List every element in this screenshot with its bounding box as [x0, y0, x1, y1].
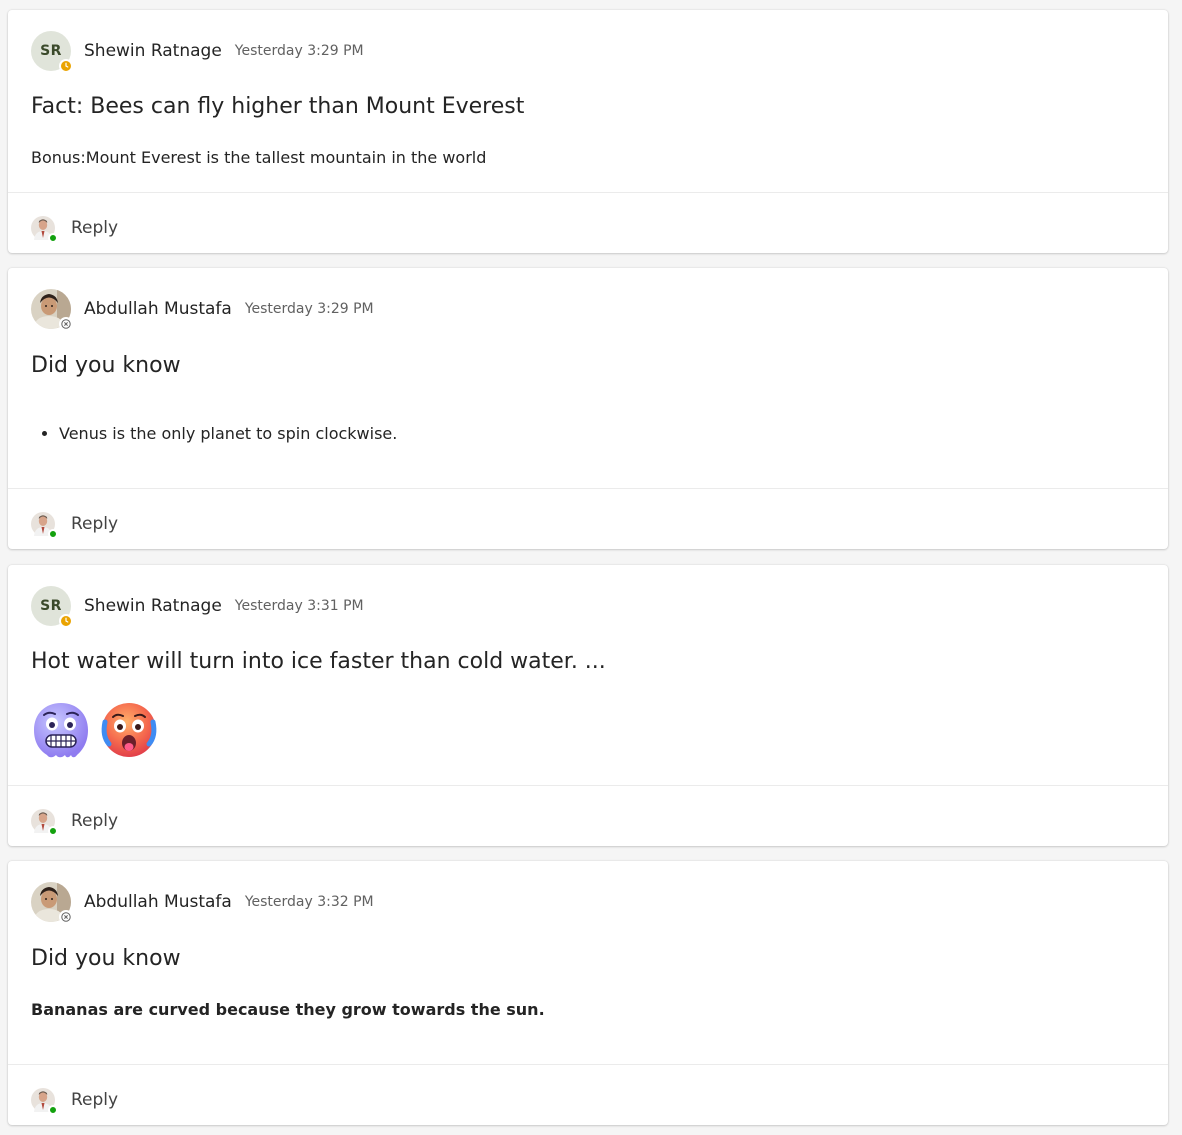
divider [8, 785, 1168, 786]
post-timestamp: Yesterday 3:31 PM [234, 598, 364, 614]
cold-face-emoji [34, 703, 88, 758]
post-card: SR Shewin Ratnage Yesterday 3:31 PM Hot … [8, 565, 1168, 846]
post-timestamp: Yesterday 3:32 PM [244, 894, 374, 910]
post-card: SR Shewin Ratnage Yesterday 3:29 PM Fact… [8, 10, 1168, 253]
avatar[interactable] [31, 882, 73, 924]
divider [8, 192, 1168, 193]
reply-button[interactable]: Reply [31, 213, 118, 243]
offline-icon [59, 317, 73, 331]
offline-icon [59, 910, 73, 924]
presence-away-icon [59, 614, 73, 628]
reply-label: Reply [71, 1090, 119, 1110]
emoji-row [31, 700, 159, 760]
reply-label: Reply [71, 514, 119, 534]
reply-button[interactable]: Reply [31, 1085, 118, 1115]
post-header: SR Shewin Ratnage Yesterday 3:29 PM [31, 31, 364, 73]
author-name[interactable]: Abdullah Mustafa [84, 299, 232, 319]
post-feed: SR Shewin Ratnage Yesterday 3:29 PM Fact… [0, 0, 1182, 1135]
reply-button[interactable]: Reply [31, 509, 118, 539]
current-user-avatar [31, 216, 58, 243]
available-icon [48, 1105, 58, 1115]
avatar[interactable] [31, 289, 73, 331]
avatar[interactable]: SR [31, 31, 73, 73]
available-icon [48, 826, 58, 836]
avatar-initials: SR [40, 598, 62, 614]
post-header: Abdullah Mustafa Yesterday 3:32 PM [31, 882, 374, 924]
current-user-avatar [31, 512, 58, 539]
post-card: Abdullah Mustafa Yesterday 3:29 PM Did y… [8, 268, 1168, 549]
current-user-avatar [31, 809, 58, 836]
list-item: Venus is the only planet to spin clockwi… [59, 424, 397, 443]
post-body: Bananas are curved because they grow tow… [31, 1000, 545, 1019]
post-timestamp: Yesterday 3:29 PM [234, 43, 364, 59]
divider [8, 1064, 1168, 1065]
divider [8, 488, 1168, 489]
author-name[interactable]: Abdullah Mustafa [84, 892, 232, 912]
post-header: Abdullah Mustafa Yesterday 3:29 PM [31, 289, 374, 331]
reply-label: Reply [71, 218, 119, 238]
post-subject: Did you know [31, 353, 181, 378]
avatar[interactable]: SR [31, 586, 73, 628]
post-timestamp: Yesterday 3:29 PM [244, 301, 374, 317]
post-bullet-list: Venus is the only planet to spin clockwi… [8, 424, 397, 443]
post-body: Bonus:Mount Everest is the tallest mount… [31, 148, 487, 167]
current-user-avatar [31, 1088, 58, 1115]
post-subject: Did you know [31, 946, 181, 971]
available-icon [48, 529, 58, 539]
author-name[interactable]: Shewin Ratnage [84, 596, 222, 616]
post-card: Abdullah Mustafa Yesterday 3:32 PM Did y… [8, 861, 1168, 1125]
hot-face-emoji [101, 703, 157, 757]
avatar-initials: SR [40, 43, 62, 59]
author-name[interactable]: Shewin Ratnage [84, 41, 222, 61]
available-icon [48, 233, 58, 243]
presence-away-icon [59, 59, 73, 73]
post-subject: Fact: Bees can fly higher than Mount Eve… [31, 94, 525, 119]
post-header: SR Shewin Ratnage Yesterday 3:31 PM [31, 586, 364, 628]
reply-button[interactable]: Reply [31, 806, 118, 836]
post-subject: Hot water will turn into ice faster than… [31, 649, 606, 674]
reply-label: Reply [71, 811, 119, 831]
